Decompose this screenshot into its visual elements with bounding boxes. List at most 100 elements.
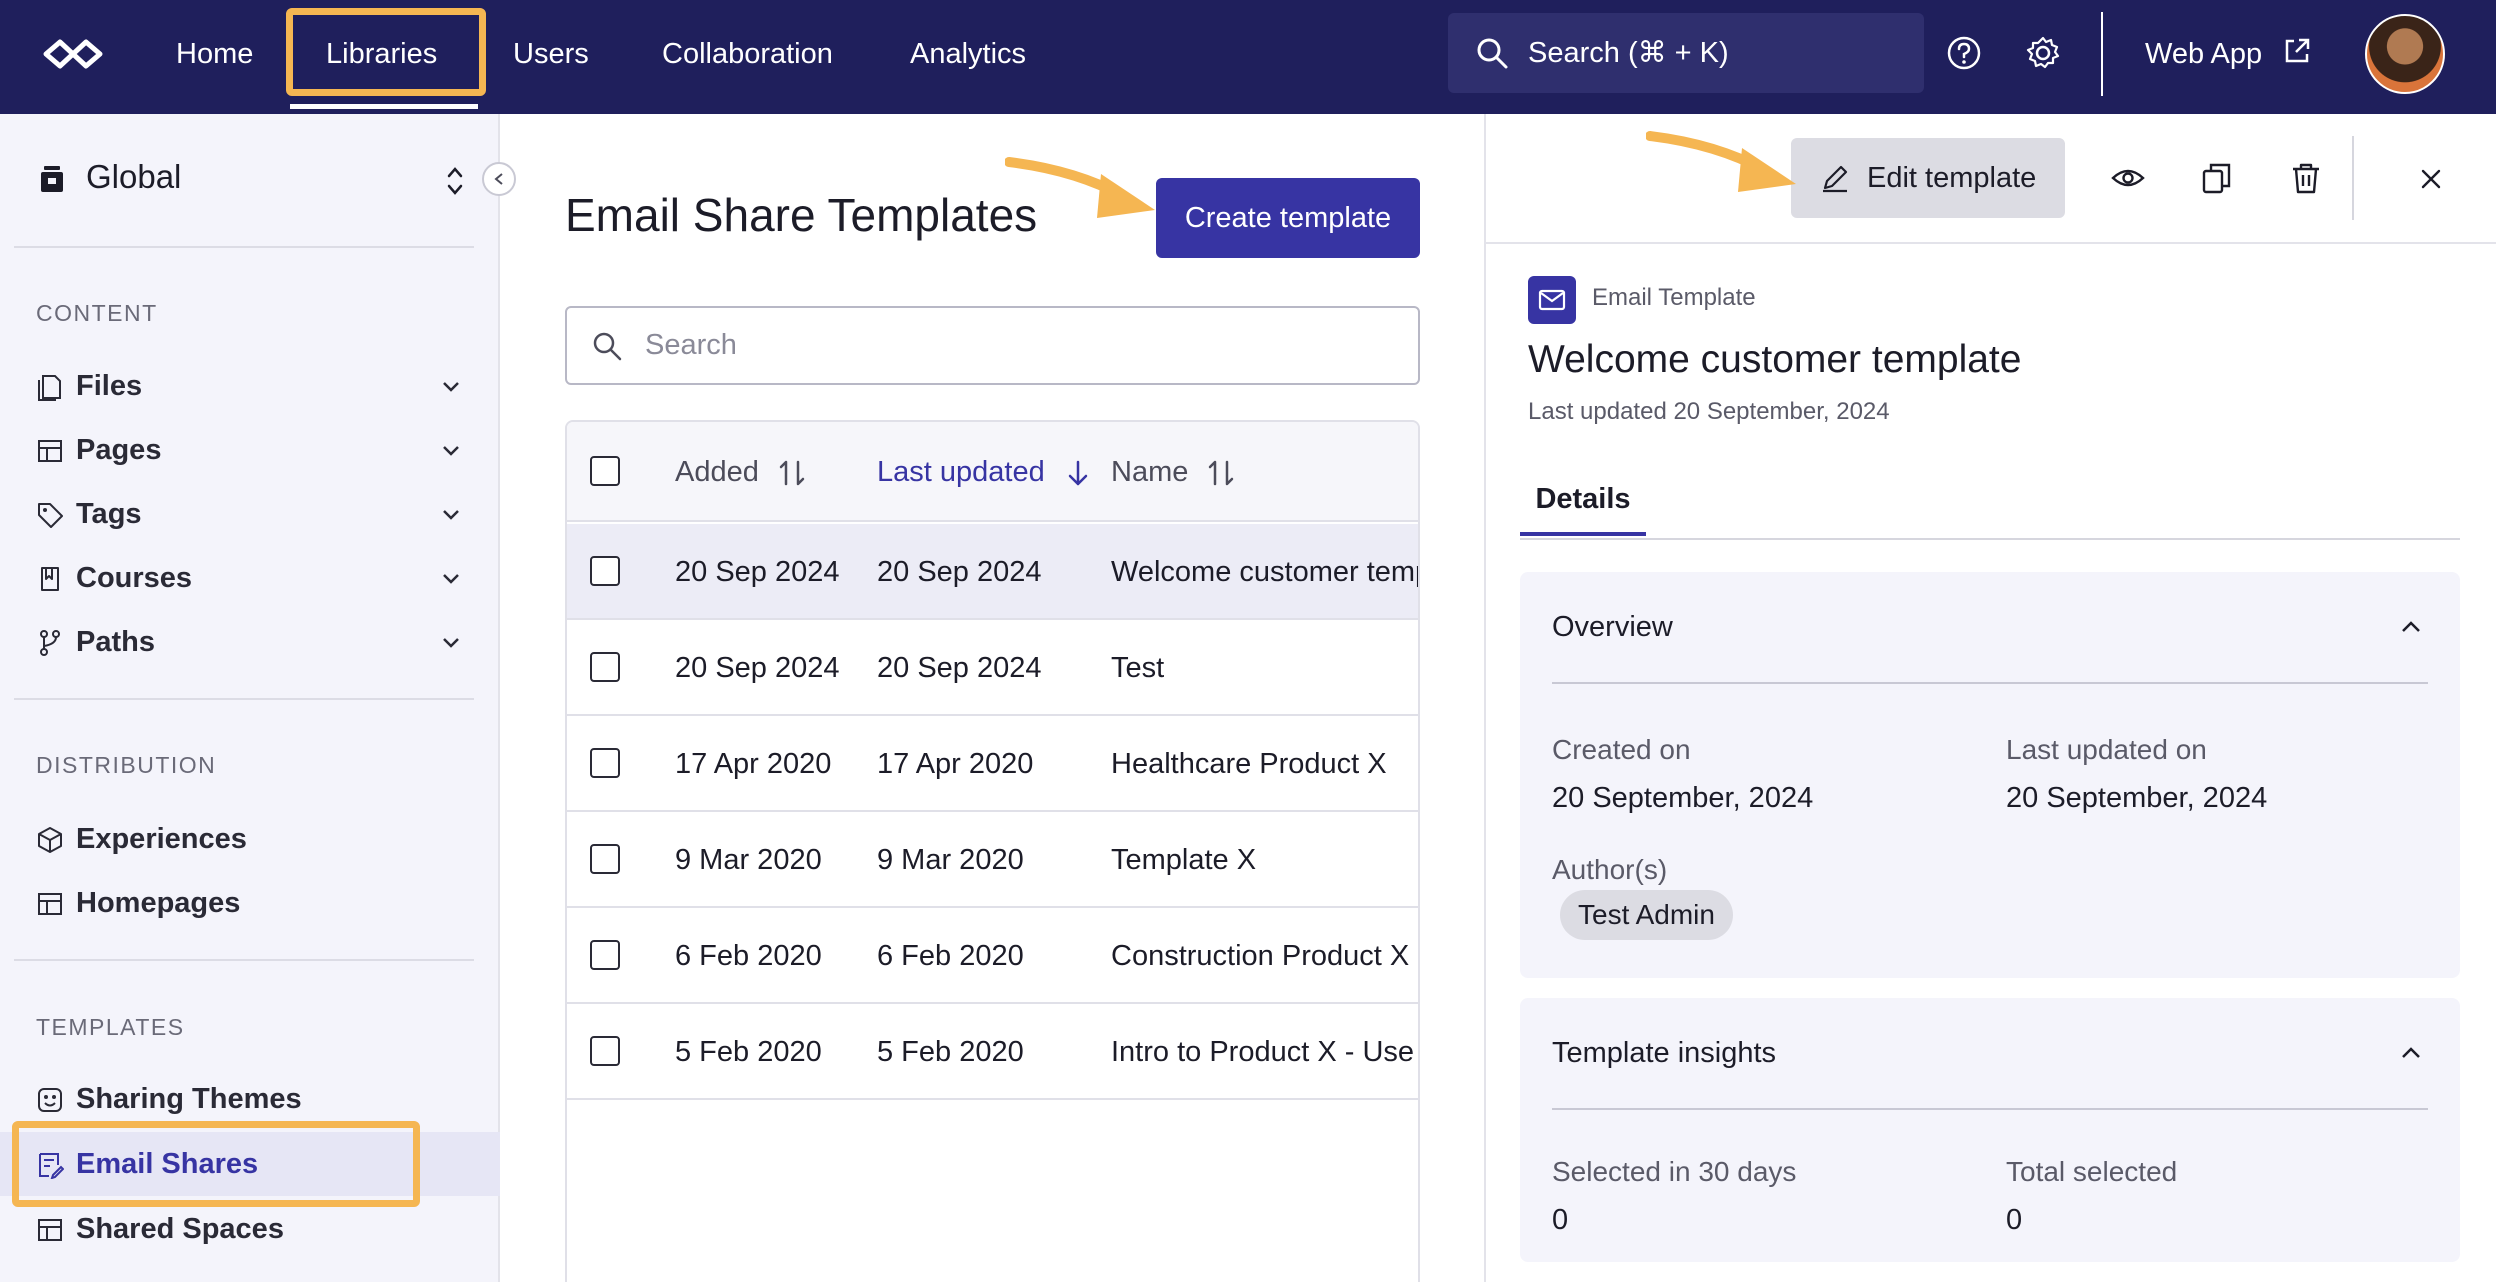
toolbar-divider <box>2352 136 2354 220</box>
cell-updated: 20 Sep 2024 <box>877 556 1042 588</box>
external-link-icon <box>2285 39 2310 63</box>
scope-selector[interactable]: Global <box>86 158 181 196</box>
cell-name: Template X <box>1111 844 1257 876</box>
duplicate-icon[interactable] <box>2199 160 2235 196</box>
insights-card: Template insights Selected in 30 days 0 … <box>1520 998 2460 1262</box>
cell-name: Welcome customer template <box>1111 556 1418 588</box>
sort-icon <box>1209 461 1234 486</box>
detail-panel: Edit template Email Template Welcome cus… <box>1484 114 2496 1282</box>
nav-users[interactable]: Users <box>513 0 589 108</box>
search-icon <box>593 332 622 361</box>
last-updated-label: Last updated on <box>2006 734 2207 765</box>
email-template-badge <box>1528 276 1576 324</box>
web-app-link[interactable]: Web App <box>2145 0 2312 108</box>
callout-arrow-icon <box>1646 131 1796 192</box>
table-row[interactable]: 6 Feb 2020 6 Feb 2020 Construction Produ… <box>567 908 1418 1004</box>
section-distribution-title: DISTRIBUTION <box>36 752 217 778</box>
sidebar-item-label: Shared Spaces <box>76 1213 284 1245</box>
trash-icon[interactable] <box>2288 160 2324 196</box>
row-checkbox[interactable] <box>590 652 620 682</box>
files-icon <box>38 375 61 401</box>
select-all-checkbox[interactable] <box>590 456 620 486</box>
sort-icon <box>779 461 805 486</box>
table-row[interactable]: 20 Sep 2024 20 Sep 2024 Test <box>567 620 1418 716</box>
overview-title[interactable]: Overview <box>1552 572 1673 682</box>
panel-toolbar: Edit template <box>1486 114 2496 244</box>
close-icon[interactable] <box>2416 164 2446 194</box>
sidebar-item-label: Sharing Themes <box>76 1083 302 1115</box>
chevron-up-icon[interactable] <box>2398 1040 2424 1066</box>
column-added[interactable]: Added <box>675 422 807 522</box>
nav-collaboration[interactable]: Collaboration <box>662 0 833 108</box>
cell-name: Healthcare Product X <box>1111 748 1387 780</box>
total-selected-value: 0 <box>2006 1204 2023 1236</box>
cell-updated: 20 Sep 2024 <box>877 652 1042 684</box>
chevron-down-icon[interactable] <box>440 375 462 397</box>
table-row[interactable]: 17 Apr 2020 17 Apr 2020 Healthcare Produ… <box>567 716 1418 812</box>
row-checkbox[interactable] <box>590 1036 620 1066</box>
sidebar-divider <box>14 959 474 961</box>
global-search[interactable]: Search (⌘ + K) <box>1448 13 1924 93</box>
eye-icon[interactable] <box>2110 160 2146 196</box>
active-nav-underline <box>290 104 478 109</box>
table-row[interactable]: 9 Mar 2020 9 Mar 2020 Template X <box>567 812 1418 908</box>
search-input[interactable] <box>645 318 1385 373</box>
template-search[interactable] <box>565 306 1420 385</box>
search-icon <box>1477 38 1508 69</box>
chevron-down-icon[interactable] <box>440 503 462 525</box>
created-label: Created on <box>1552 734 1691 765</box>
chevron-up-down-icon[interactable] <box>444 164 466 198</box>
selected-30-days-label: Selected in 30 days <box>1552 1156 1797 1187</box>
tabs-divider <box>1520 538 2460 540</box>
cell-added: 20 Sep 2024 <box>675 556 840 588</box>
cell-updated: 6 Feb 2020 <box>877 940 1024 972</box>
top-nav: Home Libraries Users Collaboration Analy… <box>0 0 2496 114</box>
cell-updated: 5 Feb 2020 <box>877 1036 1024 1068</box>
column-name[interactable]: Name <box>1111 422 1236 522</box>
type-label: Email Template <box>1592 284 1756 311</box>
authors-label: Author(s) <box>1552 854 1668 885</box>
nav-home[interactable]: Home <box>176 0 253 108</box>
sidebar-divider <box>14 698 474 700</box>
create-template-button[interactable]: Create template <box>1156 178 1420 258</box>
table-row[interactable]: 20 Sep 2024 20 Sep 2024 Welcome customer… <box>567 524 1418 620</box>
library-scope-icon <box>41 166 63 192</box>
column-label: Added <box>675 456 759 488</box>
nav-analytics[interactable]: Analytics <box>910 0 1026 108</box>
gear-icon[interactable] <box>2024 34 2062 72</box>
chevron-down-icon[interactable] <box>440 439 462 461</box>
table-row[interactable]: 5 Feb 2020 5 Feb 2020 Intro to Product X… <box>567 1004 1418 1100</box>
infinity-logo-icon[interactable] <box>38 34 108 74</box>
chevron-left-icon <box>494 173 503 185</box>
chevron-down-icon[interactable] <box>440 567 462 589</box>
book-icon <box>41 567 59 591</box>
libraries-highlight-box <box>286 8 486 96</box>
overview-card: Overview Created on 20 September, 2024 L… <box>1520 572 2460 978</box>
layout-icon <box>38 1219 62 1241</box>
help-icon[interactable] <box>1945 34 1983 72</box>
arrow-down-icon <box>1068 461 1088 486</box>
selected-30-days-value: 0 <box>1552 1204 1569 1236</box>
row-checkbox[interactable] <box>590 844 620 874</box>
author-chip: Test Admin <box>1560 890 1733 940</box>
row-checkbox[interactable] <box>590 748 620 778</box>
section-templates-title: TEMPLATES <box>36 1014 185 1040</box>
layout-icon <box>38 893 62 915</box>
chevron-up-icon[interactable] <box>2398 614 2424 640</box>
column-last-updated[interactable]: Last updated <box>877 422 1093 522</box>
pencil-icon <box>1823 165 1848 193</box>
edit-template-button[interactable]: Edit template <box>1791 138 2065 218</box>
last-updated-value: 20 September, 2024 <box>2006 782 2268 814</box>
user-avatar[interactable] <box>2365 14 2445 94</box>
collapse-sidebar-button[interactable] <box>482 162 516 196</box>
row-checkbox[interactable] <box>590 556 620 586</box>
sidebar-item-label: Paths <box>76 626 155 658</box>
tab-details[interactable]: Details <box>1520 474 1646 536</box>
insights-title[interactable]: Template insights <box>1552 998 1776 1108</box>
row-checkbox[interactable] <box>590 940 620 970</box>
chevron-down-icon[interactable] <box>440 631 462 653</box>
cell-added: 5 Feb 2020 <box>675 1036 822 1068</box>
page-title: Email Share Templates <box>565 189 1038 241</box>
pages-icon <box>38 440 62 462</box>
cell-added: 17 Apr 2020 <box>675 748 832 780</box>
